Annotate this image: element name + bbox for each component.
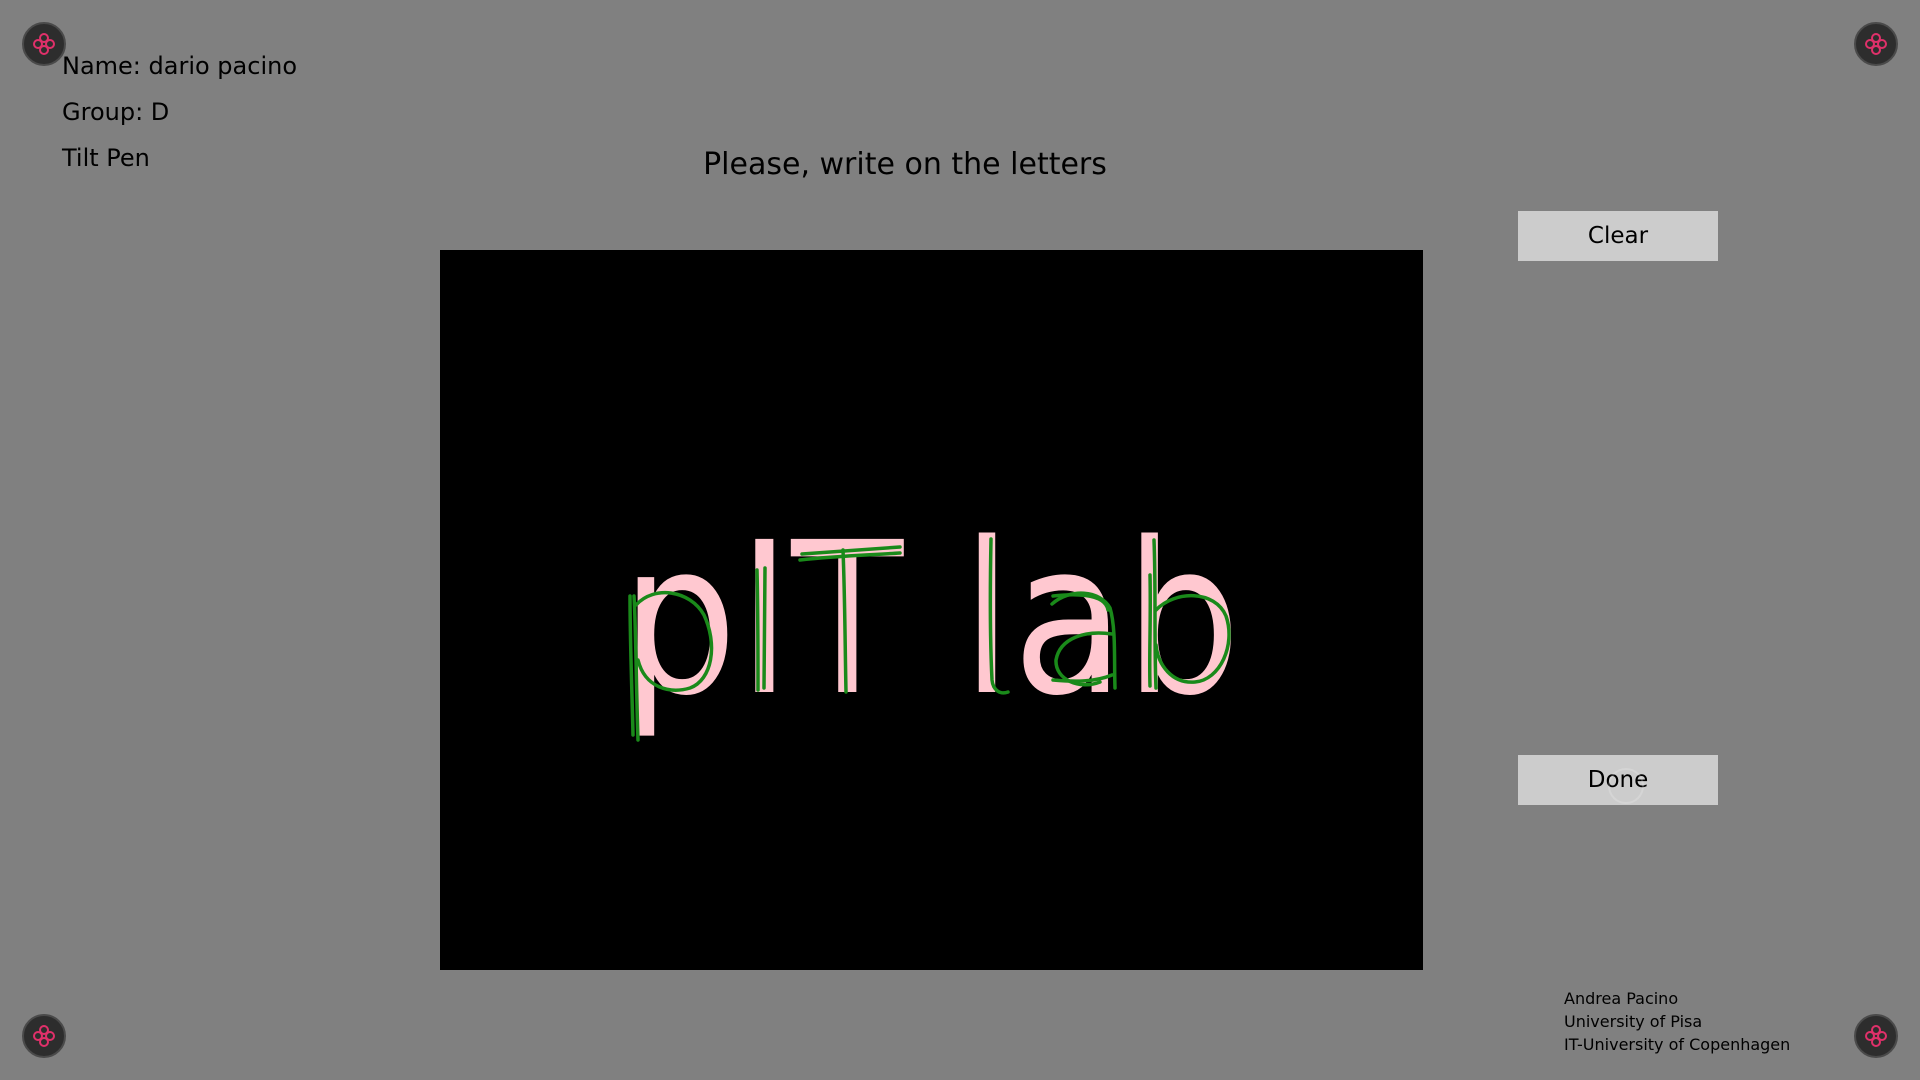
participant-group: Group: D xyxy=(62,98,170,126)
corner-marker-top-left xyxy=(22,22,66,66)
corner-marker-top-right xyxy=(1854,22,1898,66)
flower-target-icon xyxy=(1865,1025,1887,1047)
touch-feedback-ring xyxy=(1608,768,1644,804)
flower-target-icon xyxy=(33,33,55,55)
condition-label: Tilt Pen xyxy=(62,144,150,172)
clear-button[interactable]: Clear xyxy=(1518,211,1718,261)
target-letters: pIT lab xyxy=(621,497,1241,742)
instruction-heading: Please, write on the letters xyxy=(703,147,1107,182)
credits-author: Andrea Pacino xyxy=(1564,989,1679,1008)
drawing-canvas[interactable]: pIT lab xyxy=(440,250,1423,970)
flower-target-icon xyxy=(1865,33,1887,55)
corner-marker-bottom-right xyxy=(1854,1014,1898,1058)
credits-institution-1: University of Pisa xyxy=(1564,1012,1703,1031)
credits-institution-2: IT-University of Copenhagen xyxy=(1564,1035,1791,1054)
participant-name: Name: dario pacino xyxy=(62,52,298,80)
corner-marker-bottom-left xyxy=(22,1014,66,1058)
credits: Andrea Pacino University of Pisa IT-Univ… xyxy=(1564,987,1790,1056)
flower-target-icon xyxy=(33,1025,55,1047)
